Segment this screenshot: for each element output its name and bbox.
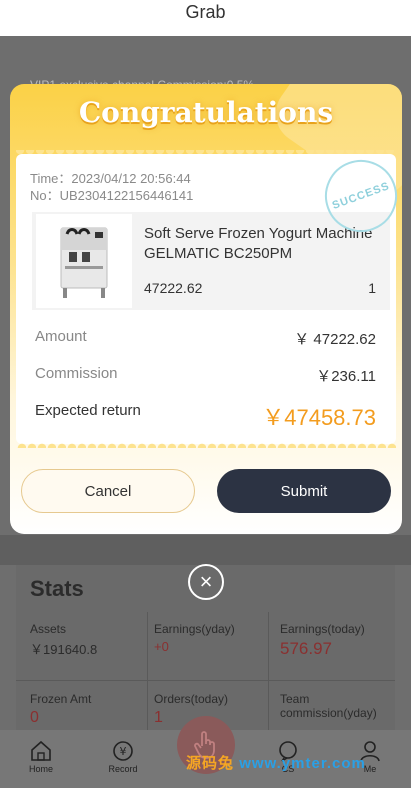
tab-record[interactable]: ¥ Record <box>93 740 153 774</box>
grid-divider <box>147 612 148 730</box>
tab-home[interactable]: Home <box>11 740 71 774</box>
yogurt-machine-icon <box>60 227 108 298</box>
product-quantity: 1 <box>368 280 376 296</box>
product-card: Soft Serve Frozen Yogurt Machine GELMATI… <box>32 212 390 310</box>
page-title: Grab <box>185 2 226 22</box>
commission-label: Commission <box>35 365 118 382</box>
grid-divider <box>16 680 395 681</box>
success-modal: Congratulations Time：2023/04/12 20:56:44… <box>10 84 402 534</box>
modal-title: Congratulations <box>78 96 334 129</box>
expected-return-value: ￥47458.73 <box>262 405 376 430</box>
cancel-button[interactable]: Cancel <box>21 469 195 513</box>
watermark: 源码兔 www.ymter.com <box>186 755 366 772</box>
stats-title: Stats <box>30 576 84 601</box>
stat-value: ￥191640.8 <box>30 642 98 657</box>
close-modal-button[interactable]: × <box>188 564 224 600</box>
commission-value: ￥236.11 <box>316 368 376 385</box>
stat-value: 576.97 <box>280 639 332 658</box>
amount-value: ￥ 47222.62 <box>294 331 376 348</box>
amount-label: Amount <box>35 328 87 345</box>
background-band <box>0 535 411 565</box>
record-icon: ¥ <box>113 741 133 761</box>
ticket-edge-bottom <box>16 440 396 448</box>
stat-value: +0 <box>154 639 169 654</box>
product-price: 47222.62 <box>144 280 203 296</box>
home-icon <box>31 740 51 761</box>
close-icon: × <box>199 569 213 594</box>
grid-divider <box>268 612 269 730</box>
stat-assets: Assets ￥191640.8 <box>30 622 98 657</box>
submit-button[interactable]: Submit <box>217 469 391 513</box>
app-header: Grab <box>0 0 411 36</box>
stat-frozen: Frozen Amt 0 <box>30 692 92 726</box>
order-number: No：UB2304122156446141 <box>30 188 194 203</box>
stat-earnings-yday: Earnings(yday) +0 <box>154 622 235 654</box>
stat-value: 0 <box>30 709 39 726</box>
stat-earnings-today: Earnings(today) 576.97 <box>280 622 365 658</box>
product-image <box>36 214 132 308</box>
stat-team-commission: Team commission(yday) <box>280 692 377 720</box>
svg-text:¥: ¥ <box>120 745 127 758</box>
expected-return-label: Expected return <box>35 402 141 419</box>
